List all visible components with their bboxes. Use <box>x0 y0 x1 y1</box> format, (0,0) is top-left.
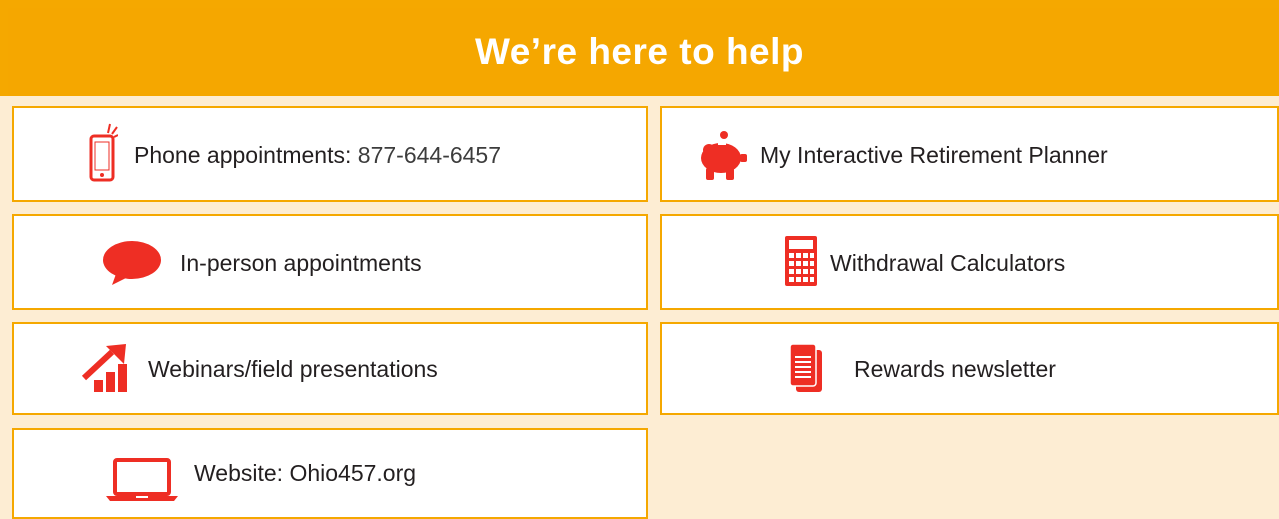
mobile-phone-icon <box>88 122 118 184</box>
newsletter-icon <box>790 344 824 394</box>
website-label: Website: Ohio457.org <box>194 460 417 486</box>
in-person-appointments-label: In-person appointments <box>180 250 422 276</box>
webinars-card[interactable]: Webinars/field presentations <box>12 322 648 415</box>
phone-appointments-label: Phone appointments: 877-644-6457 <box>134 142 501 169</box>
rewards-newsletter-card[interactable]: Rewards newsletter <box>660 322 1279 415</box>
calculator-icon <box>785 236 817 286</box>
retirement-planner-card[interactable]: My Interactive Retirement Planner <box>660 106 1279 202</box>
webinars-label: Webinars/field presentations <box>148 356 438 382</box>
piggy-bank-icon <box>696 130 748 182</box>
growth-chart-icon <box>82 342 134 394</box>
withdrawal-calculators-label: Withdrawal Calculators <box>830 250 1066 276</box>
phone-label-text: Phone appointments: <box>134 142 352 168</box>
header-banner: We’re here to help <box>0 0 1279 96</box>
rewards-newsletter-label: Rewards newsletter <box>854 356 1056 382</box>
retirement-planner-label: My Interactive Retirement Planner <box>760 142 1108 168</box>
in-person-appointments-card[interactable]: In-person appointments <box>12 214 648 310</box>
phone-number: 877-644-6457 <box>351 142 502 168</box>
phone-appointments-card[interactable]: Phone appointments: 877-644-6457 <box>12 106 648 202</box>
speech-bubble-icon <box>102 240 162 286</box>
page-title: We’re here to help <box>474 31 805 72</box>
website-card[interactable]: Website: Ohio457.org <box>12 428 648 519</box>
laptop-icon <box>106 458 178 502</box>
withdrawal-calculators-card[interactable]: Withdrawal Calculators <box>660 214 1279 310</box>
